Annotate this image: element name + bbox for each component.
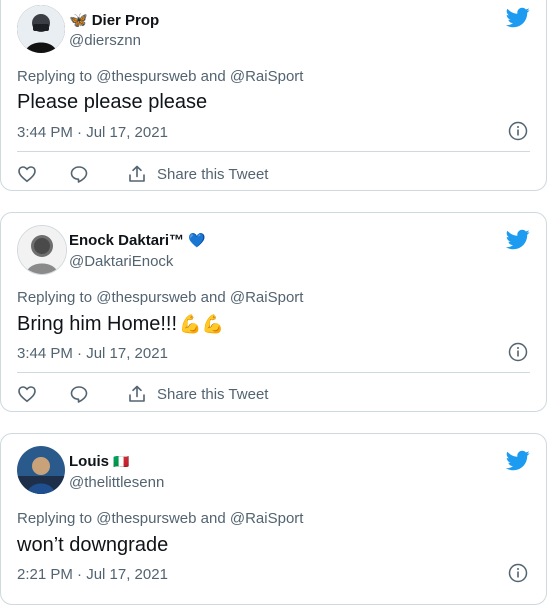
replying-prefix: Replying to — [17, 510, 93, 527]
tweet-text-body: Please please please — [17, 91, 208, 113]
twitter-bird-icon[interactable] — [506, 227, 530, 251]
name-prefix-emoji: 🦋 — [69, 12, 88, 29]
tweet-timestamp[interactable]: 2:21 PM · Jul 17, 2021 — [17, 566, 168, 583]
replying-prefix: Replying to — [17, 289, 93, 306]
user-name-row[interactable]: Louis 🇮🇹 — [69, 453, 129, 470]
divider — [17, 151, 530, 152]
avatar[interactable] — [17, 225, 67, 275]
display-name[interactable]: Dier Prop — [92, 12, 160, 29]
display-name[interactable]: Louis — [69, 453, 109, 470]
replying-user-link[interactable]: @RaiSport — [230, 289, 304, 306]
replying-joiner: and — [200, 68, 226, 85]
replying-prefix: Replying to — [17, 68, 93, 85]
info-icon[interactable] — [508, 342, 528, 362]
share-tweet-button[interactable]: Share this Tweet — [127, 164, 268, 184]
tweet-text-body: Bring him Home!!! — [17, 313, 178, 335]
reply-bubble-icon[interactable] — [69, 384, 89, 404]
share-icon — [129, 165, 145, 182]
tweet-card: Enock Daktari™ 💙 @DaktariEnock Replying … — [0, 212, 547, 412]
tweet-timestamp[interactable]: 3:44 PM · Jul 17, 2021 — [17, 345, 168, 362]
replying-joiner: and — [200, 510, 226, 527]
replying-user-link[interactable]: @RaiSport — [230, 510, 304, 527]
user-handle[interactable]: @thelittlesenn — [69, 474, 164, 491]
avatar[interactable] — [17, 5, 65, 53]
reply-bubble-icon[interactable] — [69, 164, 89, 184]
name-suffix-emoji: 💙 — [188, 232, 206, 248]
avatar[interactable] — [17, 446, 65, 494]
replying-to: Replying to @thespursweb and @RaiSport — [17, 510, 303, 527]
info-icon[interactable] — [508, 121, 528, 141]
replying-joiner: and — [200, 289, 226, 306]
tweet-text-body: won’t downgrade — [17, 534, 169, 556]
twitter-bird-icon[interactable] — [506, 5, 530, 29]
share-icon — [129, 385, 145, 402]
replying-user-link[interactable]: @RaiSport — [230, 68, 304, 85]
user-name-row[interactable]: Enock Daktari™ 💙 — [69, 232, 205, 249]
italy-flag-emoji: 🇮🇹 — [113, 453, 130, 469]
replying-to: Replying to @thespursweb and @RaiSport — [17, 289, 303, 306]
tweet-text: Bring him Home!!! 💪💪 — [17, 313, 224, 336]
replying-user-link[interactable]: @thespursweb — [96, 289, 196, 306]
tweet-text: Please please please — [17, 91, 207, 114]
display-name[interactable]: Enock Daktari™ — [69, 232, 184, 249]
user-handle[interactable]: @diersznn — [69, 32, 141, 49]
tweet-actions: Share this Tweet — [17, 164, 268, 184]
replying-user-link[interactable]: @thespursweb — [96, 68, 196, 85]
share-tweet-button[interactable]: Share this Tweet — [127, 384, 268, 404]
replying-user-link[interactable]: @thespursweb — [96, 510, 196, 527]
user-handle[interactable]: @DaktariEnock — [69, 253, 173, 270]
info-icon[interactable] — [508, 563, 528, 583]
twitter-bird-icon[interactable] — [506, 448, 530, 472]
share-label: Share this Tweet — [157, 165, 269, 183]
divider — [17, 372, 530, 373]
like-heart-icon[interactable] — [17, 384, 37, 404]
tweet-text: won’t downgrade — [17, 534, 168, 557]
replying-to: Replying to @thespursweb and @RaiSport — [17, 68, 303, 85]
tweet-actions: Share this Tweet — [17, 384, 268, 404]
share-label: Share this Tweet — [157, 385, 269, 403]
user-name-row[interactable]: 🦋 Dier Prop — [69, 11, 160, 30]
flexed-bicep-emoji: 💪💪 — [179, 314, 224, 334]
tweet-card: Louis 🇮🇹 @thelittlesenn Replying to @the… — [0, 433, 547, 605]
like-heart-icon[interactable] — [17, 164, 37, 184]
tweet-timestamp[interactable]: 3:44 PM · Jul 17, 2021 — [17, 124, 168, 141]
tweet-card: 🦋 Dier Prop @diersznn Replying to @thesp… — [0, 0, 547, 191]
